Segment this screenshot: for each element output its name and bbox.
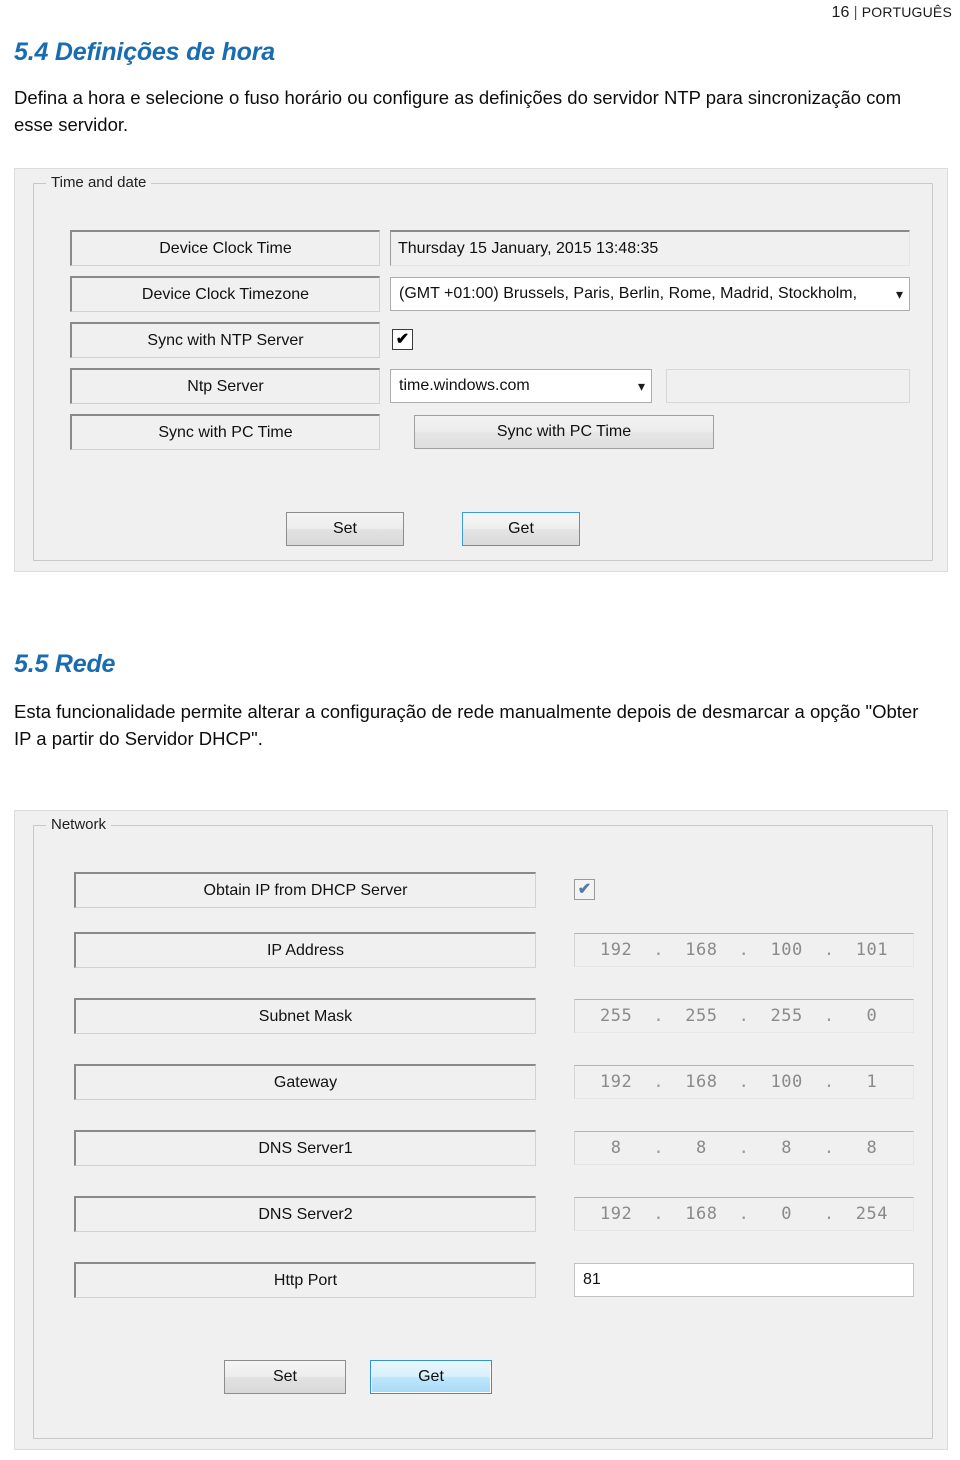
network-panel: Network Obtain IP from DHCP Server ✔ IP … bbox=[14, 810, 948, 1450]
ip-address-octet-1: 192 bbox=[600, 940, 633, 960]
network-groupbox-title: Network bbox=[46, 816, 112, 833]
row-ip-address: IP Address 192 . 168 . 100 . 101 bbox=[74, 932, 914, 968]
ip-separator: . bbox=[823, 940, 835, 960]
label-dns-server2: DNS Server2 bbox=[74, 1196, 536, 1232]
gateway-octet-4: 1 bbox=[866, 1072, 878, 1092]
dns-server1-octet-1: 8 bbox=[610, 1138, 622, 1158]
dns-server2-octet-1: 192 bbox=[600, 1204, 633, 1224]
sync-with-pc-time-button[interactable]: Sync with PC Time bbox=[414, 415, 714, 449]
gateway-octet-3: 100 bbox=[770, 1072, 803, 1092]
page-header: 16 | PORTUGUÊS bbox=[831, 4, 952, 22]
checkmark-icon: ✔ bbox=[577, 880, 592, 898]
chevron-down-icon[interactable]: ▾ bbox=[896, 287, 903, 301]
ip-separator: . bbox=[653, 1204, 665, 1224]
page-language: PORTUGUÊS bbox=[861, 4, 952, 20]
time-and-date-groupbox: Time and date Device Clock Time Thursday… bbox=[33, 174, 933, 561]
section-paragraph-network: Esta funcionalidade permite alterar a co… bbox=[14, 701, 919, 750]
ip-separator: . bbox=[738, 1072, 750, 1092]
ip-separator: . bbox=[653, 1006, 665, 1026]
ip-address-octet-2: 168 bbox=[685, 940, 718, 960]
ip-separator: . bbox=[738, 940, 750, 960]
ip-separator: . bbox=[653, 1072, 665, 1092]
input-ntp-server-extra[interactable] bbox=[666, 369, 910, 403]
ip-address-octet-4: 101 bbox=[855, 940, 888, 960]
chevron-down-icon[interactable]: ▾ bbox=[638, 379, 645, 393]
dns-server1-octet-3: 8 bbox=[781, 1138, 792, 1158]
ip-separator: . bbox=[738, 1138, 750, 1158]
label-gateway: Gateway bbox=[74, 1064, 536, 1100]
ip-separator: . bbox=[738, 1006, 750, 1026]
row-dns-server2: DNS Server2 192 . 168 . 0 . 254 bbox=[74, 1196, 914, 1232]
combo-device-clock-timezone[interactable]: (GMT +01:00) Brussels, Paris, Berlin, Ro… bbox=[390, 277, 910, 311]
network-get-button[interactable]: Get bbox=[370, 1360, 492, 1394]
input-dns-server1[interactable]: 8 . 8 . 8 . 8 bbox=[574, 1131, 914, 1165]
input-subnet-mask[interactable]: 255 . 255 . 255 . 0 bbox=[574, 999, 914, 1033]
row-dns-server1: DNS Server1 8 . 8 . 8 . 8 bbox=[74, 1130, 914, 1166]
row-subnet-mask: Subnet Mask 255 . 255 . 255 . 0 bbox=[74, 998, 914, 1034]
dns-server2-octet-4: 254 bbox=[855, 1204, 888, 1224]
input-dns-server2[interactable]: 192 . 168 . 0 . 254 bbox=[574, 1197, 914, 1231]
label-http-port: Http Port bbox=[74, 1262, 536, 1298]
row-ntp-server: Ntp Server time.windows.com ▾ bbox=[70, 368, 910, 404]
label-subnet-mask: Subnet Mask bbox=[74, 998, 536, 1034]
section-heading-network: 5.5 Rede bbox=[14, 650, 116, 678]
ip-separator: . bbox=[653, 940, 665, 960]
subnet-mask-octet-1: 255 bbox=[600, 1006, 633, 1026]
checkbox-sync-with-ntp-server[interactable]: ✔ bbox=[392, 329, 413, 350]
input-http-port[interactable]: 81 bbox=[574, 1263, 914, 1297]
dns-server2-octet-3: 0 bbox=[781, 1204, 792, 1224]
ip-address-octet-3: 100 bbox=[770, 940, 803, 960]
label-ntp-server: Ntp Server bbox=[70, 368, 380, 404]
network-groupbox: Network Obtain IP from DHCP Server ✔ IP … bbox=[33, 816, 933, 1439]
section-paragraph-time-settings: Defina a hora e selecione o fuso horário… bbox=[14, 87, 902, 136]
row-sync-with-ntp-server: Sync with NTP Server ✔ bbox=[70, 322, 910, 358]
dns-server1-octet-4: 8 bbox=[866, 1138, 878, 1158]
ip-separator: . bbox=[823, 1072, 835, 1092]
label-dns-server1: DNS Server1 bbox=[74, 1130, 536, 1166]
label-ip-address: IP Address bbox=[74, 932, 536, 968]
page-number: 16 bbox=[831, 4, 850, 21]
gateway-octet-2: 168 bbox=[685, 1072, 718, 1092]
label-device-clock-time: Device Clock Time bbox=[70, 230, 380, 266]
gateway-octet-1: 192 bbox=[600, 1072, 633, 1092]
label-device-clock-timezone: Device Clock Timezone bbox=[70, 276, 380, 312]
value-device-clock-time: Thursday 15 January, 2015 13:48:35 bbox=[390, 230, 910, 266]
network-set-button[interactable]: Set bbox=[224, 1360, 346, 1394]
time-set-button[interactable]: Set bbox=[286, 512, 404, 546]
dns-server2-octet-2: 168 bbox=[685, 1204, 718, 1224]
ip-separator: . bbox=[823, 1006, 835, 1026]
row-http-port: Http Port 81 bbox=[74, 1262, 914, 1298]
row-obtain-ip-dhcp: Obtain IP from DHCP Server ✔ bbox=[74, 872, 914, 908]
row-device-clock-timezone: Device Clock Timezone (GMT +01:00) Bruss… bbox=[70, 276, 910, 312]
row-device-clock-time: Device Clock Time Thursday 15 January, 2… bbox=[70, 230, 910, 266]
ip-separator: . bbox=[823, 1138, 835, 1158]
dns-server1-octet-2: 8 bbox=[696, 1138, 707, 1158]
subnet-mask-octet-2: 255 bbox=[685, 1006, 718, 1026]
ip-separator: . bbox=[823, 1204, 835, 1224]
row-sync-with-pc-time: Sync with PC Time Sync with PC Time bbox=[70, 414, 910, 450]
combo-ntp-server-value: time.windows.com bbox=[399, 377, 530, 394]
input-ip-address[interactable]: 192 . 168 . 100 . 101 bbox=[574, 933, 914, 967]
page-header-separator: | bbox=[853, 4, 858, 21]
checkbox-obtain-ip-dhcp[interactable]: ✔ bbox=[574, 879, 595, 900]
row-gateway: Gateway 192 . 168 . 100 . 1 bbox=[74, 1064, 914, 1100]
subnet-mask-octet-3: 255 bbox=[770, 1006, 803, 1026]
ip-separator: . bbox=[738, 1204, 750, 1224]
combo-ntp-server[interactable]: time.windows.com ▾ bbox=[390, 369, 652, 403]
time-get-button[interactable]: Get bbox=[462, 512, 580, 546]
time-and-date-panel: Time and date Device Clock Time Thursday… bbox=[14, 168, 948, 572]
combo-device-clock-timezone-value: (GMT +01:00) Brussels, Paris, Berlin, Ro… bbox=[399, 285, 858, 302]
ip-separator: . bbox=[653, 1138, 665, 1158]
section-heading-time-settings: 5.4 Definições de hora bbox=[14, 38, 275, 66]
label-sync-with-ntp-server: Sync with NTP Server bbox=[70, 322, 380, 358]
input-gateway[interactable]: 192 . 168 . 100 . 1 bbox=[574, 1065, 914, 1099]
subnet-mask-octet-4: 0 bbox=[866, 1006, 878, 1026]
time-and-date-groupbox-title: Time and date bbox=[46, 174, 152, 191]
label-obtain-ip-dhcp: Obtain IP from DHCP Server bbox=[74, 872, 536, 908]
checkmark-icon: ✔ bbox=[395, 330, 410, 348]
label-sync-with-pc-time: Sync with PC Time bbox=[70, 414, 380, 450]
